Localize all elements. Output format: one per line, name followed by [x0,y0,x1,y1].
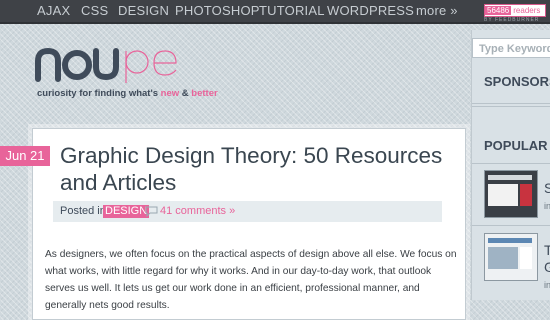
feed-reader-counter[interactable]: 56486 readers [484,4,546,17]
popular-post-meta: in [544,280,550,290]
site-tagline: curiosity for finding what's new & bette… [37,88,218,99]
sidebar-divider [472,103,550,104]
nav-photoshop[interactable]: PHOTOSHOP [175,3,260,18]
tagline-new: new [160,88,180,99]
popular-post-meta: in [544,201,550,211]
nav-design[interactable]: DESIGN [118,3,169,18]
posted-in-label: Posted in [60,205,106,217]
tagline-start: curiosity for finding what's [37,88,161,99]
nav-more[interactable]: more » [416,3,458,18]
category-link[interactable]: DESIGN [103,205,150,218]
nav-wordpress[interactable]: WORDPRESS [327,3,414,18]
post-meta-bar: Posted in DESIGN 41 comments » [53,201,442,222]
sidebar-divider [472,106,550,107]
popular-heading: POPULAR [484,138,548,153]
post-excerpt: As designers, we often focus on the prac… [45,249,457,312]
post-title[interactable]: Graphic Design Theory: 50 Resources and … [60,142,455,196]
feedburner-credit: BY FEEDBURNER [484,17,540,23]
post-date-badge: Jun 21 [0,146,50,166]
tagline-better: better [191,88,218,99]
noupe-logo[interactable] [34,43,194,83]
popular-post-title[interactable]: T [544,242,550,258]
popular-post-thumbnail[interactable] [484,233,538,281]
nav-css[interactable]: CSS [81,3,108,18]
tagline-amp: & [179,88,192,99]
popular-post-thumbnail[interactable] [484,170,538,218]
popular-post-title[interactable]: S [544,180,550,196]
feed-reader-count: 56486 [485,6,512,15]
nav-tutorial[interactable]: TUTORIAL [259,3,325,18]
feed-reader-label: readers [513,6,541,15]
comment-bubble-icon [145,206,158,217]
top-navigation: AJAX CSS DESIGN PHOTOSHOP TUTORIAL WORDP… [0,0,550,24]
popular-post-title-line2[interactable]: G [544,259,550,275]
sidebar-divider [472,225,550,226]
sidebar-divider [472,163,550,164]
nav-ajax[interactable]: AJAX [37,3,70,18]
comments-link[interactable]: 41 comments » [160,201,235,222]
search-input[interactable]: Type Keywords [472,38,550,58]
sponsors-heading: SPONSORS [484,74,550,89]
